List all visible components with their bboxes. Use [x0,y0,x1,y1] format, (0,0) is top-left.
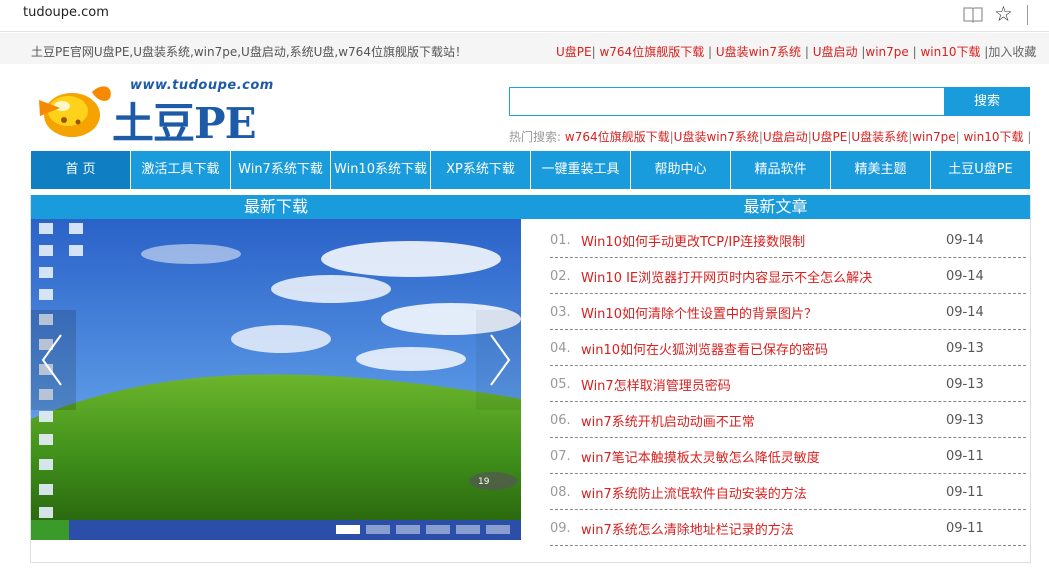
list-item[interactable]: 09. win7系统怎么清除地址栏记录的方法 09-11 [550,510,1026,546]
nav-item-tudou-upan-pe[interactable]: 土豆U盘PE [931,151,1030,189]
slider-next-button[interactable] [476,310,521,410]
slider-dot[interactable] [336,525,360,534]
article-number: 04. [550,341,571,356]
address-bar[interactable] [0,0,1049,32]
search-input[interactable] [509,87,945,116]
article-title[interactable]: win7系统防止流氓软件自动安装的方法 [581,483,946,502]
add-favorite-link[interactable]: 加入收藏 [988,45,1036,59]
hot-search-label: 热门搜索: [509,130,562,144]
article-number: 05. [550,377,571,392]
article-number: 08. [550,485,571,500]
article-date: 09-11 [946,521,984,536]
nav-item-win10[interactable]: Win10系统下载 [331,151,431,189]
toolbar-divider [1027,5,1028,25]
hot-link-upan-pe[interactable]: U盘PE [812,130,848,144]
featured-slider-image[interactable] [31,219,521,540]
article-title[interactable]: Win10 IE浏览器打开网页时内容显示不全怎么解决 [581,267,946,286]
article-date: 09-11 [946,449,984,464]
article-date: 09-11 [946,485,984,500]
search-button[interactable]: 搜索 [944,87,1030,116]
top-link-win10[interactable]: win10下载 [920,45,980,59]
hot-link-w764[interactable]: w764位旗舰版下载 [565,130,670,144]
list-item[interactable]: 06. win7系统开机启动动画不正常 09-13 [550,402,1026,438]
hot-link-usb-boot[interactable]: U盘启动 [763,130,808,144]
top-link-upan-pe[interactable]: U盘PE [556,45,592,59]
article-number: 09. [550,521,571,536]
latest-articles-header: 最新文章 [521,195,1030,219]
article-title[interactable]: Win10如何手动更改TCP/IP连接数限制 [581,231,946,250]
url-text[interactable]: tudoupe.com [23,5,109,20]
nav-item-activation-tools[interactable]: 激活工具下载 [131,151,231,189]
nav-item-themes[interactable]: 精美主题 [831,151,931,189]
chevron-left-icon [41,334,62,386]
hot-link-win10[interactable]: win10下载 [963,130,1023,144]
article-title[interactable]: Win10如何清除个性设置中的背景图片？ [581,303,946,322]
article-title[interactable]: win7系统开机启动动画不正常 [581,411,946,430]
slider-dot[interactable] [456,525,480,534]
nav-item-one-click-reinstall[interactable]: 一键重装工具 [531,151,631,189]
article-title[interactable]: Win7怎样取消管理员密码 [581,375,946,394]
list-item[interactable]: 02. Win10 IE浏览器打开网页时内容显示不全怎么解决 09-14 [550,258,1026,294]
article-title[interactable]: win10如何在火狐浏览器查看已保存的密码 [581,339,946,358]
nav-item-help-center[interactable]: 帮助中心 [631,151,731,189]
logo-wordmark: 土豆PE [112,99,257,148]
slider-dot[interactable] [366,525,390,534]
nav-item-software[interactable]: 精品软件 [731,151,831,189]
list-item[interactable]: 01. Win10如何手动更改TCP/IP连接数限制 09-14 [550,222,1026,258]
slider-badge: 19 [478,477,490,487]
chevron-right-icon [490,334,511,386]
list-item[interactable]: 07. win7笔记本触摸板太灵敏怎么降低灵敏度 09-11 [550,438,1026,474]
slider-dot[interactable] [486,525,510,534]
top-links: U盘PE| w764位旗舰版下载 | U盘装win7系统 | U盘启动 |win… [556,45,1037,59]
list-item[interactable]: 04. win10如何在火狐浏览器查看已保存的密码 09-13 [550,330,1026,366]
article-date: 09-13 [946,341,984,356]
hot-link-win7-install[interactable]: U盘装win7系统 [674,130,759,144]
reading-view-icon[interactable] [963,6,983,23]
nav-item-xp[interactable]: XP系统下载 [431,151,531,189]
article-number: 06. [550,413,571,428]
hot-link-usb-install[interactable]: U盘装系统 [851,130,908,144]
article-number: 01. [550,233,571,248]
list-item[interactable]: 03. Win10如何清除个性设置中的背景图片？ 09-14 [550,294,1026,330]
article-date: 09-14 [946,305,984,320]
slider-dot[interactable] [396,525,420,534]
article-date: 09-13 [946,377,984,392]
hot-link-win7pe[interactable]: win7pe [912,130,955,144]
article-number: 07. [550,449,571,464]
article-date: 09-13 [946,413,984,428]
article-date: 09-14 [946,233,984,248]
nav-item-home[interactable]: 首 页 [31,151,131,189]
article-number: 02. [550,269,571,284]
latest-downloads-header: 最新下载 [31,195,521,219]
favorite-star-icon[interactable]: ☆ [994,3,1013,25]
list-item[interactable]: 08. win7系统防止流氓软件自动安装的方法 09-11 [550,474,1026,510]
slider-dots [336,525,510,534]
main-nav: 首 页 激活工具下载 Win7系统下载 Win10系统下载 XP系统下载 一键重… [31,151,1030,189]
top-link-win7pe[interactable]: win7pe [865,45,908,59]
top-link-win7-install[interactable]: U盘装win7系统 [716,45,801,59]
articles-list: 01. Win10如何手动更改TCP/IP连接数限制 09-14 02. Win10 … [550,222,1026,546]
slider-dot[interactable] [426,525,450,534]
article-number: 03. [550,305,571,320]
hot-searches: 热门搜索: w764位旗舰版下载|U盘装win7系统|U盘启动|U盘PE|U盘装… [509,130,1032,144]
slider-prev-button[interactable] [31,310,76,410]
article-title[interactable]: win7笔记本触摸板太灵敏怎么降低灵敏度 [581,447,946,466]
nav-item-win7[interactable]: Win7系统下载 [231,151,331,189]
top-link-usb-boot[interactable]: U盘启动 [813,45,858,59]
site-slogan: 土豆PE官网U盘PE,U盘装系统,win7pe,U盘启动,系统U盘,w764位旗… [31,45,467,59]
list-item[interactable]: 05. Win7怎样取消管理员密码 09-13 [550,366,1026,402]
article-title[interactable]: win7系统怎么清除地址栏记录的方法 [581,519,946,538]
top-link-w764[interactable]: w764位旗舰版下载 [599,45,704,59]
article-date: 09-14 [946,269,984,284]
